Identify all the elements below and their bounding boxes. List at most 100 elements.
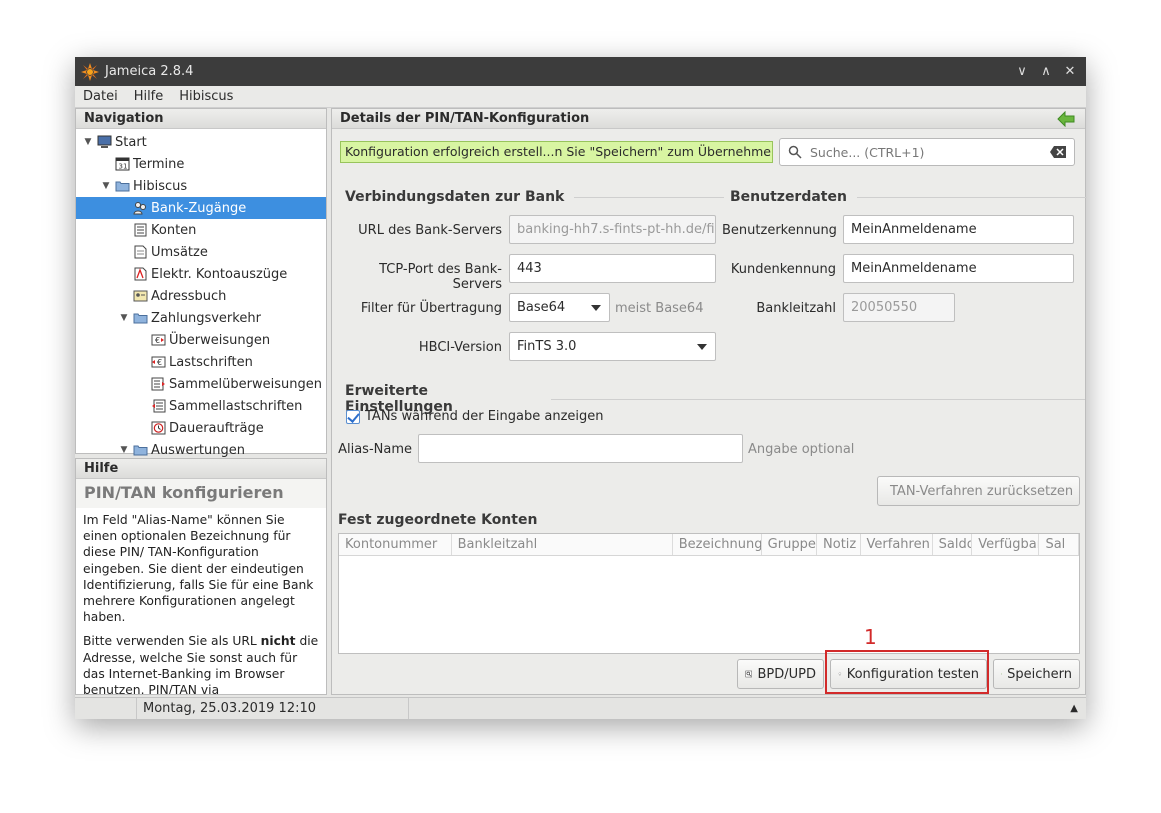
column-header[interactable]: Gruppe (762, 534, 818, 555)
back-arrow-icon[interactable] (1057, 111, 1075, 127)
nav-item-daueraufträge[interactable]: Daueraufträge (76, 417, 326, 439)
app-window: Jameica 2.8.4 ∨ ∧ ✕ Datei Hilfe Hibiscus… (75, 57, 1087, 719)
hbci-label: HBCI-Version (418, 340, 502, 355)
nav-item-umsätze[interactable]: Umsätze (76, 241, 326, 263)
nav-item-label: Konten (151, 222, 197, 238)
nav-item-hibiscus[interactable]: ▼ Hibiscus (76, 175, 326, 197)
navigation-panel: Navigation ▼ Start 31 Termine ▼ Hibiscus Bank-… (75, 108, 327, 458)
batch-transfer-icon (151, 377, 165, 391)
details-header: Details der PIN/TAN-Konfiguration (332, 109, 1085, 129)
accounts-table[interactable]: Kontonummer Bankleitzahl Bezeichnung Gruppe… (338, 533, 1080, 654)
url-label: URL des Bank-Servers (358, 223, 502, 238)
user-id-field[interactable]: MeinAnmeldename (843, 215, 1074, 244)
help-paragraph-2: Bitte verwenden Sie als URL nicht die Ad… (83, 634, 319, 695)
expand-arrow-icon[interactable]: ▼ (100, 181, 112, 191)
nav-item-start[interactable]: ▼ Start (76, 131, 326, 153)
hbci-version-select[interactable]: FinTS 3.0 (509, 332, 716, 361)
details-panel: Details der PIN/TAN-Konfiguration Konfig… (331, 108, 1087, 695)
close-icon[interactable]: ✕ (1062, 64, 1078, 80)
status-message: Konfiguration erfolgreich erstell...n Si… (340, 141, 773, 163)
port-field[interactable]: 443 (509, 254, 716, 283)
minimize-icon[interactable]: ∨ (1014, 64, 1030, 80)
nav-item-zahlungsverkehr[interactable]: ▼ Zahlungsverkehr (76, 307, 326, 329)
column-header[interactable]: Bezeichnung (673, 534, 762, 555)
clear-search-icon[interactable] (1050, 146, 1066, 158)
nav-item-termine[interactable]: 31 Termine (76, 153, 326, 175)
help-title: PIN/TAN konfigurieren (76, 479, 326, 508)
column-header[interactable]: Verfahren (861, 534, 933, 555)
column-header[interactable]: Notiz (817, 534, 861, 555)
help-paragraph-1: Im Feld "Alias-Name" können Sie einen op… (83, 513, 314, 625)
column-header[interactable]: Verfügbar (972, 534, 1040, 555)
nav-item-label: Zahlungsverkehr (151, 310, 261, 326)
folder-icon (115, 181, 130, 192)
save-button[interactable]: Speichern (993, 659, 1080, 689)
blz-field[interactable]: 20050550 (843, 293, 955, 322)
filter-label: Filter für Übertragung (360, 301, 502, 316)
nav-item-konten[interactable]: Konten (76, 219, 326, 241)
column-header[interactable]: Kontonummer (339, 534, 452, 555)
section-bank: Verbindungsdaten zur Bank (345, 189, 725, 205)
window-title: Jameica 2.8.4 (105, 64, 194, 79)
expand-log-icon[interactable]: ▲ (1070, 703, 1078, 714)
nav-item-label: Elektr. Kontoauszüge (151, 266, 288, 282)
expand-arrow-icon[interactable]: ▼ (118, 313, 130, 323)
nav-item-adressbuch[interactable]: Adressbuch (76, 285, 326, 307)
nav-item-label: Start (115, 134, 147, 150)
url-field[interactable]: banking-hh7.s-fints-pt-hh.de/fir (509, 215, 716, 244)
status-bar: Montag, 25.03.2019 12:10 ▲ (75, 697, 1086, 719)
nav-item-überweisungen[interactable]: € Überweisungen (76, 329, 326, 351)
search-icon (788, 145, 802, 159)
accounts-table-header: Kontonummer Bankleitzahl Bezeichnung Gruppe… (339, 534, 1079, 556)
chevron-down-icon (591, 305, 601, 311)
nav-item-sammelüberweisungen[interactable]: Sammelüberweisungen (76, 373, 326, 395)
filter-select[interactable]: Base64 (509, 293, 610, 322)
alias-label: Alias-Name (338, 442, 412, 457)
maximize-icon[interactable]: ∧ (1038, 64, 1054, 80)
document-icon (134, 245, 147, 259)
column-header[interactable]: Bankleitzahl (452, 534, 673, 555)
folder-icon (133, 313, 148, 324)
menu-bar: Datei Hilfe Hibiscus (75, 86, 1086, 108)
nav-item-label: Sammellastschriften (169, 398, 303, 414)
address-book-icon (133, 290, 148, 302)
expand-arrow-icon[interactable]: ▼ (118, 445, 130, 455)
nav-item-label: Überweisungen (169, 332, 271, 348)
nav-item-label: Hibiscus (133, 178, 188, 194)
checkbox-checked-icon[interactable] (346, 409, 360, 424)
search-input[interactable]: Suche... (CTRL+1) (779, 138, 1075, 166)
menu-datei[interactable]: Datei (75, 89, 126, 104)
nav-item-label: Lastschriften (169, 354, 253, 370)
expand-arrow-icon[interactable]: ▼ (82, 137, 94, 147)
save-download-icon (1001, 673, 1003, 675)
alias-input[interactable] (418, 434, 743, 463)
annotation-highlight-box (825, 650, 989, 694)
users-icon (133, 202, 146, 215)
customer-id-field[interactable]: MeinAnmeldename (843, 254, 1074, 283)
column-header[interactable]: Sal (1039, 534, 1079, 555)
nav-item-bank-zugänge[interactable]: Bank-Zugänge (76, 197, 326, 219)
reset-tan-button[interactable]: TAN-Verfahren zurücksetzen (877, 476, 1080, 506)
nav-item-label: Adressbuch (151, 288, 227, 304)
nav-item-lastschriften[interactable]: € Lastschriften (76, 351, 326, 373)
folder-icon (133, 445, 148, 456)
nav-item-label: Termine (133, 156, 185, 172)
bpd-upd-button[interactable]: BPD/UPD (737, 659, 824, 689)
menu-hibiscus[interactable]: Hibiscus (171, 89, 241, 104)
menu-hilfe[interactable]: Hilfe (126, 89, 172, 104)
details-title: Details der PIN/TAN-Konfiguration (340, 111, 590, 126)
svg-text:€: € (157, 358, 162, 367)
filter-hint: meist Base64 (615, 301, 704, 316)
transfer-icon: € (151, 334, 166, 346)
nav-item-label: Auswertungen (151, 442, 245, 458)
help-header: Hilfe (76, 459, 326, 479)
customer-id-label: Kundenkennung (730, 262, 836, 277)
search-placeholder: Suche... (CTRL+1) (810, 144, 925, 160)
column-header[interactable]: Saldo (933, 534, 973, 555)
alias-hint: Angabe optional (748, 442, 855, 457)
show-tans-checkbox[interactable]: TANs während der Eingabe anzeigen (346, 409, 604, 424)
nav-item-elektr-kontoauszüge[interactable]: Elektr. Kontoauszüge (76, 263, 326, 285)
title-bar: Jameica 2.8.4 ∨ ∧ ✕ (75, 57, 1086, 86)
monitor-icon (97, 135, 112, 148)
nav-item-sammellastschriften[interactable]: Sammellastschriften (76, 395, 326, 417)
